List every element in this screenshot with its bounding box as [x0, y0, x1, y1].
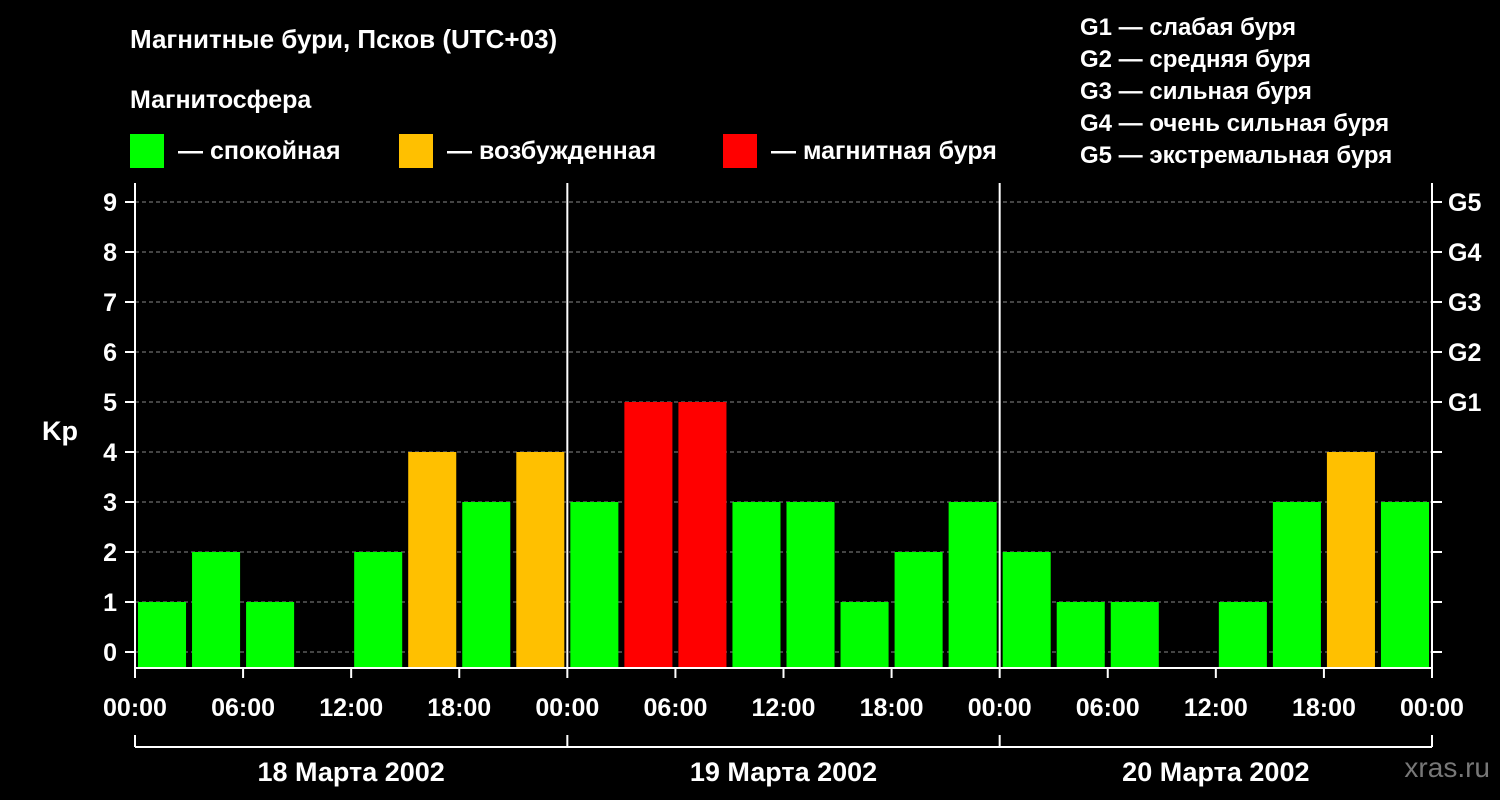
y2-tick-label-G3: G3	[1448, 289, 1481, 317]
y-tick-label-1: 1	[103, 589, 117, 617]
y-axis-label: Kp	[42, 416, 78, 446]
kp-bar-13	[840, 602, 889, 668]
y-tick-label-8: 8	[103, 239, 117, 267]
x-tick-label-12: 00:00	[1400, 694, 1464, 722]
kp-bar-9	[624, 402, 673, 668]
kp-bar-7	[516, 452, 565, 668]
x-tick-label-0: 00:00	[103, 694, 167, 722]
day-label-0: 18 Марта 2002	[258, 757, 445, 787]
x-tick-label-5: 06:00	[643, 694, 707, 722]
y-tick-label-4: 4	[103, 439, 117, 467]
y-tick-label-6: 6	[103, 339, 117, 367]
kp-bar-23	[1380, 502, 1429, 668]
x-tick-label-6: 12:00	[752, 694, 816, 722]
x-tick-label-2: 12:00	[319, 694, 383, 722]
x-tick-label-11: 18:00	[1292, 694, 1356, 722]
y2-tick-label-G5: G5	[1448, 189, 1481, 217]
kp-bar-5	[408, 452, 457, 668]
day-label-2: 20 Марта 2002	[1122, 757, 1309, 787]
day-label-1: 19 Марта 2002	[690, 757, 877, 787]
y-tick-label-7: 7	[103, 289, 117, 317]
y-tick-label-3: 3	[103, 489, 117, 517]
x-tick-label-3: 18:00	[427, 694, 491, 722]
kp-bar-6	[462, 502, 511, 668]
y-tick-label-0: 0	[103, 639, 117, 667]
x-tick-label-7: 18:00	[860, 694, 924, 722]
kp-bar-21	[1272, 502, 1321, 668]
kp-bar-14	[894, 552, 943, 668]
y-tick-label-5: 5	[103, 389, 117, 417]
kp-bar-22	[1326, 452, 1375, 668]
y-tick-label-9: 9	[103, 189, 117, 217]
kp-bar-20	[1218, 602, 1267, 668]
kp-bar-1	[192, 552, 241, 668]
kp-bar-16	[1002, 552, 1051, 668]
y2-tick-label-G2: G2	[1448, 339, 1481, 367]
y2-tick-label-G1: G1	[1448, 389, 1481, 417]
kp-bar-12	[786, 502, 835, 668]
y2-tick-label-G4: G4	[1448, 239, 1481, 267]
kp-bar-4	[354, 552, 403, 668]
x-tick-label-1: 06:00	[211, 694, 275, 722]
kp-bar-0	[138, 602, 187, 668]
kp-bar-15	[948, 502, 997, 668]
kp-bar-10	[678, 402, 727, 668]
kp-bar-17	[1056, 602, 1105, 668]
kp-bar-chart: 0 1 2 3 4 5 6 7 8 9 G1 G2 G3 G4 G5 Kp 00:00 06:00 12:00 18:…	[42, 183, 1481, 787]
y-tick-label-2: 2	[103, 539, 117, 567]
kp-bar-11	[732, 502, 781, 668]
kp-bar-2	[246, 602, 295, 668]
kp-bar-8	[570, 502, 619, 668]
x-tick-label-4: 00:00	[535, 694, 599, 722]
kp-bar-18	[1110, 602, 1159, 668]
x-tick-label-8: 00:00	[968, 694, 1032, 722]
watermark: xras.ru	[1404, 752, 1490, 783]
x-tick-label-10: 12:00	[1184, 694, 1248, 722]
x-tick-label-9: 06:00	[1076, 694, 1140, 722]
